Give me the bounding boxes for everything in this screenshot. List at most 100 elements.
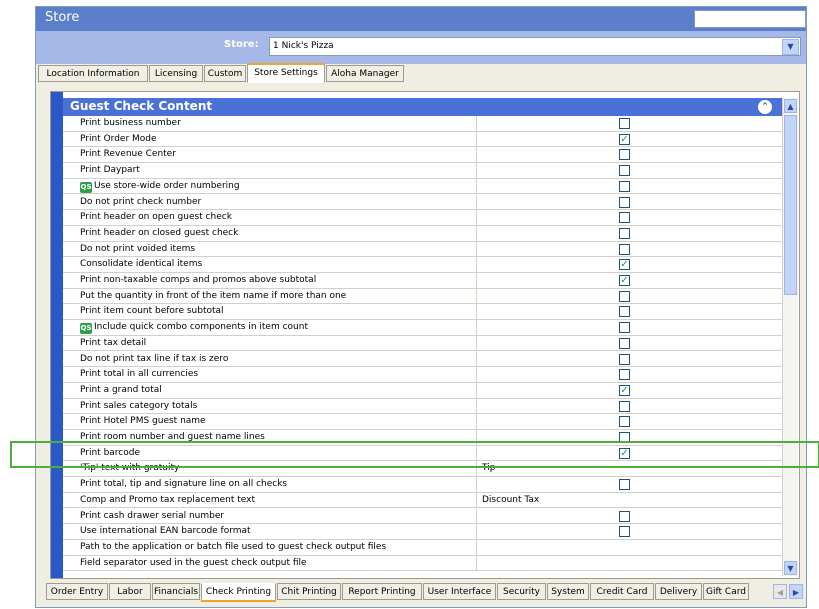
setting-row[interactable]: Print Revenue Center (63, 147, 783, 164)
setting-value-cell[interactable] (476, 147, 783, 163)
setting-value-cell[interactable] (476, 508, 783, 524)
setting-value-cell[interactable]: ✓ (476, 273, 783, 288)
setting-row[interactable]: Do not print tax line if tax is zero (63, 351, 783, 368)
setting-row[interactable]: Print total, tip and signature line on a… (63, 477, 782, 493)
setting-row[interactable]: Print total in all currencies (63, 367, 782, 383)
checkbox[interactable] (619, 306, 630, 318)
setting-value-cell[interactable] (476, 351, 783, 367)
checked-checkbox[interactable]: ✓ (619, 133, 630, 145)
checkbox[interactable] (619, 180, 630, 192)
setting-value-cell[interactable] (476, 414, 783, 430)
setting-row[interactable]: Field separator used in the guest check … (63, 555, 783, 572)
setting-row[interactable]: Print a grand total ✓ (63, 382, 783, 399)
setting-row[interactable]: QS Include quick combo components in item… (63, 320, 782, 336)
setting-value-cell[interactable]: Discount Tax (476, 492, 783, 508)
checkbox[interactable] (619, 322, 630, 334)
setting-row[interactable]: Print sales category totals (63, 398, 783, 415)
setting-value-cell[interactable] (476, 398, 783, 414)
setting-row[interactable]: Put the quantity in front of the item na… (63, 288, 783, 305)
tab-licensing[interactable]: Licensing (149, 65, 203, 82)
chevron-down-icon[interactable]: ▼ (782, 39, 799, 55)
bottom-tab-labor[interactable]: Labor (109, 583, 151, 600)
setting-row[interactable]: Print item count before subtotal (63, 304, 783, 321)
setting-value-cell[interactable] (476, 225, 783, 241)
setting-value-cell[interactable] (476, 555, 783, 571)
checked-checkbox[interactable]: ✓ (619, 275, 630, 286)
checkbox[interactable] (619, 165, 630, 177)
setting-row[interactable]: Do not print voided items (63, 241, 783, 258)
checkbox[interactable] (619, 353, 630, 365)
setting-value-cell[interactable] (476, 539, 783, 555)
bottom-tab-security[interactable]: Security (497, 583, 546, 600)
checkbox[interactable] (619, 369, 630, 381)
setting-value-cell[interactable] (476, 524, 783, 540)
bottom-tab-report-printing[interactable]: Report Printing (342, 583, 422, 600)
setting-text-value[interactable]: Discount Tax (482, 495, 539, 505)
setting-row[interactable]: QS Use store-wide order numbering (63, 178, 782, 195)
bottom-tab-user-interface[interactable]: User Interface (423, 583, 496, 600)
checkbox[interactable] (619, 149, 630, 161)
setting-value-cell[interactable] (476, 367, 783, 383)
chevron-right-icon[interactable]: ▶ (789, 584, 803, 599)
vertical-scrollbar[interactable]: ▲ ▼ (782, 98, 798, 576)
setting-value-cell[interactable] (476, 163, 783, 179)
setting-row[interactable]: Print non-taxable comps and promos above… (63, 273, 782, 289)
scroll-thumb[interactable] (784, 115, 797, 295)
bottom-tab-credit-card[interactable]: Credit Card (590, 583, 654, 600)
setting-row[interactable]: Print header on closed guest check (63, 225, 783, 242)
setting-row[interactable]: Print business number (63, 116, 782, 132)
bottom-tab-check-printing[interactable]: Check Printing (201, 583, 276, 602)
tab-custom[interactable]: Custom (204, 65, 246, 82)
setting-row[interactable]: Print header on open guest check (63, 210, 782, 226)
setting-value-cell[interactable]: ✓ (476, 131, 783, 147)
checkbox[interactable] (619, 212, 630, 224)
tab-location-information[interactable]: Location Information (38, 65, 148, 82)
setting-row[interactable]: Consolidate identical items ✓ (63, 257, 782, 273)
setting-row[interactable]: Print Order Mode ✓ (63, 131, 783, 148)
setting-value-cell[interactable] (476, 241, 783, 257)
setting-value-cell[interactable] (476, 116, 783, 131)
setting-row[interactable]: Comp and Promo tax replacement text Disco… (63, 492, 783, 509)
checkbox[interactable] (619, 227, 630, 239)
tab-store-settings[interactable]: Store Settings (247, 63, 325, 83)
setting-value-cell[interactable] (476, 304, 783, 320)
checked-checkbox[interactable]: ✓ (619, 384, 630, 396)
checkbox[interactable] (619, 290, 630, 302)
checkbox[interactable] (619, 337, 630, 349)
bottom-tab-gift-card[interactable]: Gift Card (703, 583, 749, 600)
bottom-tab-system[interactable]: System (547, 583, 589, 600)
title-search-box[interactable] (694, 10, 806, 28)
setting-value-cell[interactable] (476, 477, 783, 493)
checkbox[interactable] (619, 526, 630, 538)
store-dropdown[interactable]: 1 Nick's Pizza ▼ (269, 37, 801, 56)
checkbox[interactable] (619, 118, 630, 129)
setting-value-cell[interactable] (476, 288, 783, 304)
bottom-tab-chit-printing[interactable]: Chit Printing (277, 583, 341, 600)
checkbox[interactable] (619, 510, 630, 522)
checkbox[interactable] (619, 243, 630, 255)
tab-aloha-manager[interactable]: Aloha Manager (326, 65, 404, 82)
setting-row[interactable]: Path to the application or batch file us… (63, 539, 783, 556)
section-header[interactable]: Guest Check Content ⌃ (63, 98, 782, 116)
setting-value-cell[interactable]: ✓ (476, 382, 783, 398)
double-chevron-up-icon[interactable]: ⌃ (758, 100, 772, 114)
setting-row[interactable]: Do not print check number (63, 194, 783, 211)
setting-row[interactable]: Use international EAN barcode format (63, 524, 782, 540)
bottom-tab-financials[interactable]: Financials (152, 583, 200, 600)
setting-value-cell[interactable] (476, 210, 783, 226)
setting-value-cell[interactable] (476, 320, 783, 336)
scroll-down-icon[interactable]: ▼ (784, 561, 797, 575)
checkbox[interactable] (619, 196, 630, 208)
scroll-up-icon[interactable]: ▲ (784, 99, 797, 113)
bottom-tab-delivery[interactable]: Delivery (655, 583, 702, 600)
checked-checkbox[interactable]: ✓ (619, 259, 630, 271)
setting-value-cell[interactable] (476, 335, 783, 351)
setting-value-cell[interactable]: ✓ (476, 257, 783, 273)
chevron-left-icon[interactable]: ◀ (773, 584, 787, 599)
setting-row[interactable]: Print Hotel PMS guest name (63, 414, 782, 430)
setting-row[interactable]: Print tax detail (63, 335, 783, 352)
checkbox[interactable] (619, 400, 630, 412)
setting-value-cell[interactable] (476, 194, 783, 210)
checkbox[interactable] (619, 416, 630, 428)
bottom-tab-order-entry[interactable]: Order Entry (46, 583, 108, 600)
